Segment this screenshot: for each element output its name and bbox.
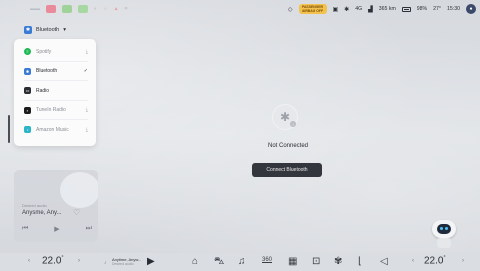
airbag-off-badge: PASSENGER AIRBAG OFF bbox=[298, 4, 327, 14]
menu-item-label: Bluetooth bbox=[36, 68, 58, 75]
play-icon[interactable]: ▶ bbox=[147, 256, 155, 267]
user-avatar[interactable]: ● bbox=[466, 4, 476, 14]
menu-item-radio[interactable]: ▭ Radio bbox=[14, 81, 96, 101]
robot-body bbox=[437, 238, 451, 248]
robot-head bbox=[432, 220, 456, 238]
right-temp-degree: ° bbox=[443, 255, 446, 261]
temp-left-increase-icon[interactable]: › bbox=[78, 258, 80, 264]
left-temp-degree: ° bbox=[61, 255, 64, 261]
seatbelt-warning-icon bbox=[46, 5, 56, 13]
network-label: 4G bbox=[355, 6, 363, 12]
robot-face bbox=[437, 224, 451, 234]
fan-icon[interactable]: ✾ bbox=[334, 256, 342, 268]
temp-right-decrease-icon[interactable]: ‹ bbox=[412, 258, 414, 264]
menu-item-label: TuneIn Radio bbox=[36, 107, 66, 114]
bluetooth-icon: ✱ bbox=[279, 110, 291, 124]
location-icon: ◇ bbox=[287, 6, 293, 13]
now-playing-subtitle: Desired audio bbox=[112, 262, 134, 266]
info-badge-icon: ! bbox=[290, 121, 296, 127]
source-selector[interactable]: ✱ Bluetooth ▾ bbox=[24, 26, 66, 34]
menu-item-label: Spotify bbox=[36, 48, 52, 55]
lane-assist-icon bbox=[62, 5, 72, 13]
signal-icon: ▟ bbox=[368, 6, 373, 13]
robot-eye bbox=[440, 227, 443, 230]
source-menu: ≡ Spotify ⤓ ✱ Bluetooth ✓ ▭ Radio ▪ Tune… bbox=[14, 39, 96, 146]
dim-indicator-icon: ▬▬ bbox=[30, 6, 40, 12]
status-bar: ▬▬ ◐ ☼ ▲ ⌗ ◇ PASSENGER AIRBAG OFF ▣ ✱ 4G… bbox=[0, 0, 480, 20]
temp-right-increase-icon[interactable]: › bbox=[462, 258, 464, 264]
status-right: ◇ PASSENGER AIRBAG OFF ▣ ✱ 4G ▟ 365 km 9… bbox=[288, 4, 476, 14]
play-icon[interactable]: ▶ bbox=[54, 225, 59, 233]
menu-item-amazon-music[interactable]: ♪ Amazon Music ⤓ bbox=[14, 120, 96, 140]
bottom-bar: ‹ 22.0° › ♪ Anytime, Anyw... Desired aud… bbox=[0, 253, 480, 271]
car-icon[interactable]: ⛍ bbox=[214, 256, 224, 268]
bluetooth-status-circle: ✱ ! bbox=[272, 104, 298, 130]
radio-icon: ▭ bbox=[24, 87, 31, 95]
now-playing-icon: ♪ bbox=[104, 260, 107, 266]
camera-360-button[interactable]: 360 bbox=[262, 257, 272, 263]
camera-icon: ▣ bbox=[332, 6, 339, 13]
mini-player[interactable]: Desired audio Anysme, Any... ♡ ⏮ ▶ ⏭ bbox=[14, 170, 98, 242]
bluetooth-icon: ✱ bbox=[24, 26, 32, 34]
side-drawer-handle[interactable] bbox=[8, 115, 10, 143]
outside-temp-label: 27° bbox=[433, 6, 442, 12]
menu-item-spotify[interactable]: ≡ Spotify ⤓ bbox=[14, 42, 96, 62]
menu-item-bluetooth[interactable]: ✱ Bluetooth ✓ bbox=[14, 62, 96, 81]
status-left-icons: ▬▬ ◐ ☼ ▲ ⌗ bbox=[30, 5, 127, 13]
clock: 15:30 bbox=[447, 6, 460, 12]
temp-left-decrease-icon[interactable]: ‹ bbox=[28, 258, 30, 264]
left-temperature[interactable]: 22.0° bbox=[42, 255, 63, 266]
robot-eye bbox=[445, 227, 448, 230]
connection-status: Not Connected bbox=[267, 143, 309, 149]
music-icon[interactable]: ♫ bbox=[238, 256, 246, 268]
left-temp-value: 22.0 bbox=[42, 255, 62, 267]
seat-heat-icon[interactable]: ⌊ bbox=[358, 256, 362, 268]
sun-icon: ☼ bbox=[103, 6, 108, 12]
volume-icon[interactable]: ◁ bbox=[380, 256, 388, 268]
network-small-icon: ⌗ bbox=[124, 6, 128, 12]
lock-icon[interactable]: ⊡ bbox=[312, 256, 320, 268]
source-label: Bluetooth bbox=[36, 27, 60, 33]
battery-icon bbox=[401, 6, 411, 12]
next-icon[interactable]: ⏭ bbox=[86, 225, 92, 233]
previous-icon[interactable]: ⏮ bbox=[22, 225, 28, 233]
spotify-icon: ≡ bbox=[24, 48, 31, 56]
download-icon: ⤓ bbox=[85, 126, 88, 133]
alert-indicator-icon: ▲ bbox=[113, 6, 119, 12]
menu-item-label: Radio bbox=[36, 87, 50, 94]
right-temp-value: 22.0 bbox=[424, 255, 444, 267]
heart-icon[interactable]: ♡ bbox=[73, 208, 80, 217]
light-indicator-icon: ◐ bbox=[94, 6, 98, 12]
chevron-down-icon: ▾ bbox=[63, 27, 67, 33]
player-controls: ⏮ ▶ ⏭ bbox=[22, 225, 92, 233]
battery-label: 98% bbox=[416, 6, 428, 12]
home-icon[interactable]: ⌂ bbox=[192, 256, 198, 268]
apps-grid-icon[interactable]: ▦ bbox=[288, 256, 297, 268]
download-icon: ⤓ bbox=[85, 48, 88, 55]
connect-bluetooth-button[interactable]: Connect Bluetooth bbox=[252, 163, 322, 177]
album-art bbox=[60, 172, 98, 208]
range-label: 365 km bbox=[378, 6, 396, 12]
tunein-icon: ▪ bbox=[24, 106, 31, 114]
bluetooth-status-icon: ✱ bbox=[344, 6, 350, 13]
right-temperature[interactable]: 22.0° bbox=[424, 255, 445, 266]
download-icon: ⤓ bbox=[85, 107, 88, 114]
bluetooth-icon: ✱ bbox=[24, 67, 31, 75]
eco-mode-icon bbox=[78, 5, 88, 13]
check-icon: ✓ bbox=[83, 68, 88, 75]
amazon-music-icon: ♪ bbox=[24, 126, 31, 134]
voice-assistant-robot[interactable] bbox=[430, 220, 458, 250]
menu-item-tunein-radio[interactable]: ▪ TuneIn Radio ⤓ bbox=[14, 101, 96, 120]
player-source: Desired audio bbox=[22, 203, 47, 208]
menu-item-label: Amazon Music bbox=[36, 126, 69, 133]
player-title: Anysme, Any... bbox=[22, 210, 62, 216]
